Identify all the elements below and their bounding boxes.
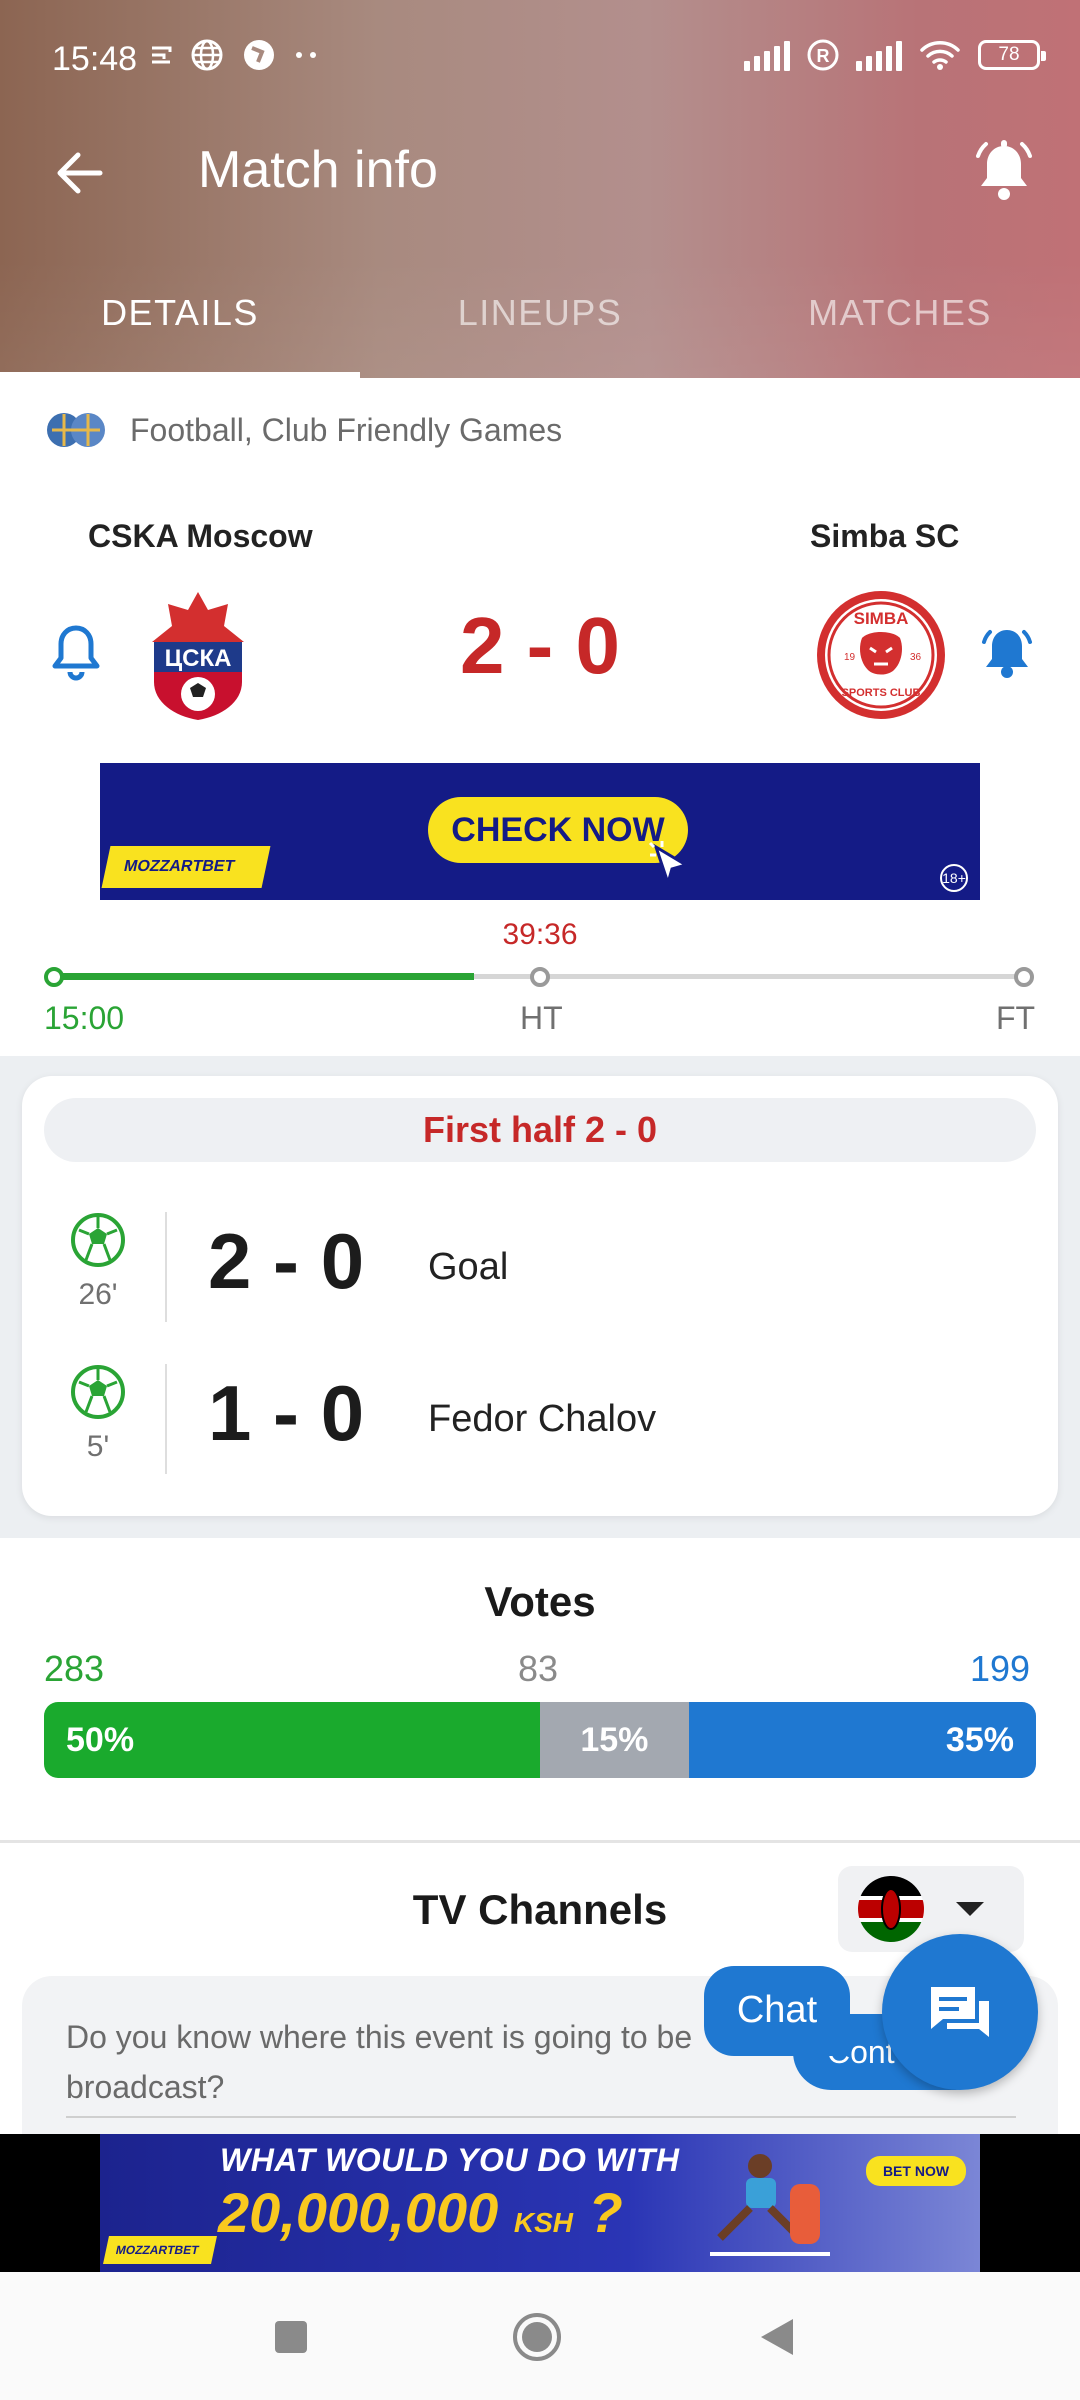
away-team-logo[interactable]: SIMBA 19 36 SPORTS CLUB xyxy=(814,588,948,722)
recent-apps-button[interactable] xyxy=(266,2312,316,2362)
timeline-end-label: FT xyxy=(996,1000,1036,1036)
event-divider xyxy=(165,1364,167,1474)
event-minute: 5' xyxy=(86,1430,110,1463)
more-dots-icon xyxy=(296,52,316,58)
bell-ringing-icon xyxy=(976,140,1032,200)
signal-2-icon xyxy=(856,39,902,71)
status-left-icons xyxy=(150,38,318,72)
chat-icon xyxy=(931,1987,989,2037)
ad-currency: KSH xyxy=(513,2207,573,2238)
half-summary: First half 2 - 0 xyxy=(44,1098,1036,1162)
events-card: First half 2 - 0 26' 2 - 0 Goal 5' 1 - 0… xyxy=(22,1076,1058,1516)
away-vote-count: 199 xyxy=(970,1648,1031,1689)
vote-draw-segment[interactable]: 15% xyxy=(540,1702,689,1778)
timeline-end-dot xyxy=(1014,967,1034,987)
event-row[interactable]: 5' 1 - 0 Fedor Chalov xyxy=(22,1364,1058,1494)
browser-icon xyxy=(244,40,274,70)
vote-away-segment[interactable]: 35% xyxy=(688,1702,1036,1778)
ad-banner-top[interactable]: CHECK NOW MOZZARTBET 18+ xyxy=(100,763,980,900)
away-team-name: Simba SC xyxy=(810,518,960,554)
match-clock: 39:36 xyxy=(502,918,578,951)
votes-bar: 50% 15% 35% xyxy=(44,1702,1036,1778)
svg-text:19: 19 xyxy=(844,652,856,663)
simba-crest-icon: SIMBA 19 36 SPORTS CLUB xyxy=(817,591,945,719)
event-description: Goal xyxy=(428,1246,509,1288)
circle-home-icon xyxy=(513,2313,561,2361)
back-nav-button[interactable] xyxy=(752,2312,802,2362)
timeline-halftime-label: HT xyxy=(520,1000,563,1036)
svg-text:36: 36 xyxy=(910,652,922,663)
battery-icon: 78 xyxy=(978,40,1046,70)
competition-row[interactable]: Football, Club Friendly Games xyxy=(44,410,562,450)
timeline-start-dot xyxy=(44,967,64,987)
svg-text:SIMBA: SIMBA xyxy=(854,609,909,628)
tab-details[interactable]: DETAILS xyxy=(0,270,360,378)
tab-matches[interactable]: MATCHES xyxy=(720,270,1080,378)
draw-vote-count: 83 xyxy=(518,1648,559,1689)
signal-icon xyxy=(744,39,790,71)
timeline-halftime-dot xyxy=(530,967,550,987)
event-score: 2 - 0 xyxy=(208,1217,365,1305)
triangle-back-icon xyxy=(761,2319,793,2355)
square-icon xyxy=(275,2321,307,2353)
ad-brand-logo: MOZZARTBET xyxy=(103,2236,217,2264)
timeline-start-label: 15:00 xyxy=(44,1000,125,1036)
status-bar: 15:48 R 78 xyxy=(0,0,1080,120)
vote-home-segment[interactable]: 50% xyxy=(44,1702,540,1778)
chevron-down-icon xyxy=(956,1902,984,1916)
ad-amount: 20,000,000 KSH ? xyxy=(218,2180,623,2245)
system-nav-bar xyxy=(0,2272,1080,2400)
ad-amount-value: 20,000,000 xyxy=(218,2181,499,2244)
home-vote-count: 283 xyxy=(44,1648,105,1689)
ad-headline: WHAT WOULD YOU DO WITH xyxy=(220,2142,680,2178)
back-button[interactable] xyxy=(44,138,114,208)
app-header: 15:48 R 78 Match info DETAILS LINEUPS MA… xyxy=(0,0,1080,378)
match-progress-fill xyxy=(54,973,474,980)
cast-icon xyxy=(152,46,172,64)
notification-bell-button[interactable] xyxy=(964,132,1044,212)
ad-brand-logo: MOZZARTBET xyxy=(101,846,271,888)
goal-ball-icon xyxy=(71,1365,125,1419)
home-button[interactable] xyxy=(512,2312,562,2362)
ad-person-illustration xyxy=(710,2154,830,2256)
ad-bet-now-button[interactable]: BET NOW xyxy=(866,2156,966,2186)
age-restriction-badge: 18+ xyxy=(940,864,968,892)
tv-question-text: Do you know where this event is going to… xyxy=(66,2019,693,2105)
section-divider xyxy=(0,1840,1080,1843)
tab-lineups[interactable]: LINEUPS xyxy=(360,270,720,378)
status-time: 15:48 xyxy=(52,40,138,78)
event-description: Fedor Chalov xyxy=(428,1398,657,1440)
globe-icon xyxy=(191,39,223,71)
chat-fab-button[interactable] xyxy=(882,1934,1038,2090)
roaming-icon: R xyxy=(807,39,839,71)
svg-text:R: R xyxy=(817,46,830,66)
event-row[interactable]: 26' 2 - 0 Goal xyxy=(22,1212,1058,1342)
page-title: Match info xyxy=(198,141,438,199)
votes-title: Votes xyxy=(484,1578,596,1625)
competition-label: Football, Club Friendly Games xyxy=(130,411,563,448)
home-team-name: CSKA Moscow xyxy=(88,518,313,554)
event-divider xyxy=(165,1212,167,1322)
chat-label-button[interactable]: Chat xyxy=(704,1966,850,2056)
cursor-icon xyxy=(648,841,690,889)
event-score: 1 - 0 xyxy=(208,1369,365,1457)
wifi-icon xyxy=(920,41,960,70)
ad-question-mark: ? xyxy=(588,2181,623,2244)
arrow-left-icon xyxy=(57,152,103,194)
ad-banner-bottom[interactable]: WHAT WOULD YOU DO WITH 20,000,000 KSH ? … xyxy=(100,2134,980,2272)
status-right-icons: R 78 xyxy=(744,38,1046,72)
svg-text:SPORTS CLUB: SPORTS CLUB xyxy=(842,687,921,699)
tv-card-divider xyxy=(66,2116,1016,2118)
football-world-icon xyxy=(47,413,105,447)
tab-bar: DETAILS LINEUPS MATCHES xyxy=(0,270,1080,378)
goal-ball-icon xyxy=(71,1213,125,1267)
event-minute: 26' xyxy=(78,1278,118,1311)
kenya-flag-icon xyxy=(858,1876,924,1942)
